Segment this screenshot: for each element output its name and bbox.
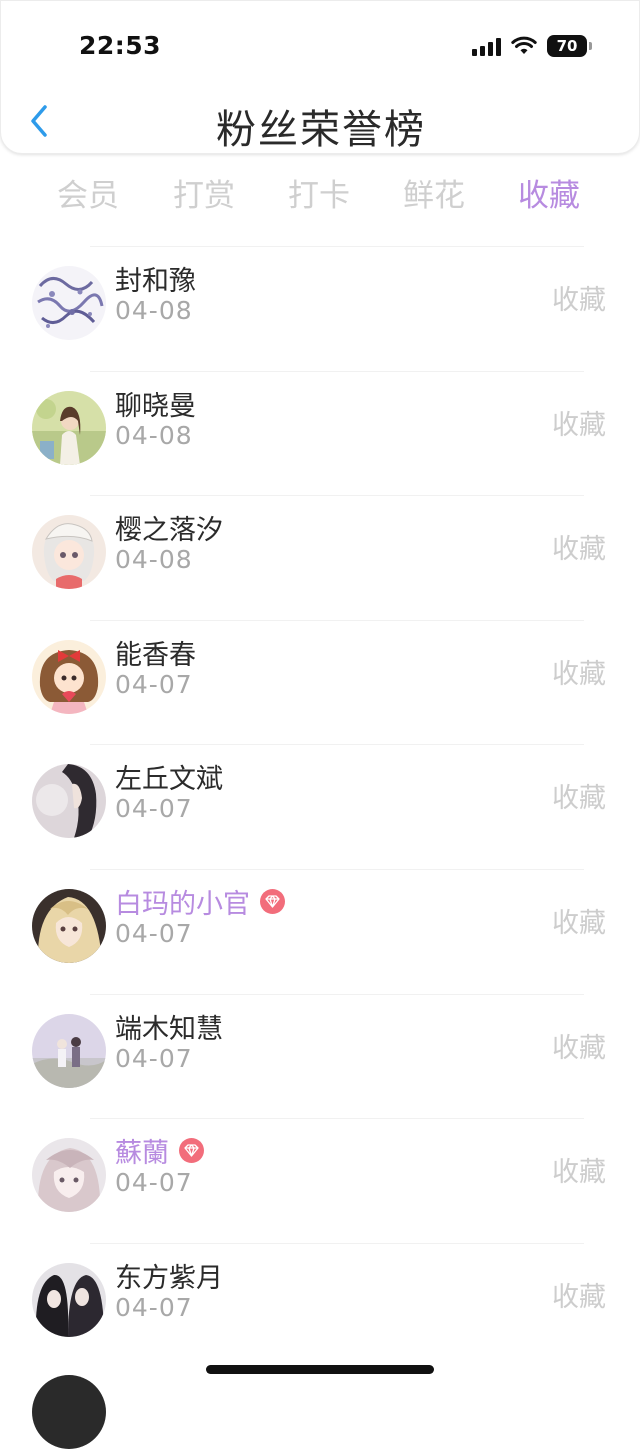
user-name: 樱之落汐 — [115, 508, 223, 547]
list-item[interactable]: 东方紫月 04-07 收藏 — [0, 1242, 640, 1368]
favorite-label: 收藏 — [552, 783, 606, 815]
header: 22:53 70 粉丝荣誉榜 — [0, 0, 640, 154]
user-name-text: 封和豫 — [115, 266, 196, 297]
diamond-icon — [260, 888, 285, 914]
user-name: 能香春 — [115, 633, 196, 672]
tab-bar: 会员 打赏 打卡 鲜花 收藏 — [0, 170, 640, 214]
user-name-text: 端木知慧 — [115, 1013, 223, 1045]
diamond-icon — [179, 1138, 204, 1164]
tab-checkin[interactable]: 打卡 — [288, 170, 350, 215]
user-name: 封和豫 — [115, 259, 196, 298]
avatar[interactable] — [32, 888, 106, 963]
date-label: 04-07 — [115, 794, 193, 824]
list-item[interactable]: 左丘文斌 04-07 收藏 — [0, 744, 640, 869]
user-name-text: 蘇蘭 — [115, 1138, 169, 1170]
avatar[interactable] — [32, 1375, 106, 1449]
wifi-icon — [511, 36, 537, 54]
avatar[interactable] — [32, 515, 106, 590]
user-name: 白玛的小官 — [115, 882, 285, 921]
user-name: 东方紫月 — [115, 1256, 223, 1295]
avatar[interactable] — [32, 1262, 106, 1337]
list-item[interactable]: 聊晓曼 04-08 收藏 — [0, 370, 640, 496]
page-title: 粉丝荣誉榜 — [216, 107, 426, 153]
battery-icon: 70 — [547, 35, 592, 57]
favorite-label: 收藏 — [552, 285, 606, 316]
date-label: 04-07 — [115, 1168, 193, 1198]
user-name-text: 樱之落汐 — [115, 515, 223, 547]
avatar[interactable] — [32, 1013, 106, 1088]
fan-list: 封和豫 04-08 收藏 聊晓曼 04-08 收藏 樱之落汐 04-08 收藏 … — [0, 246, 640, 1367]
user-name-text: 左丘文斌 — [115, 764, 223, 796]
user-name: 左丘文斌 — [115, 757, 223, 796]
favorite-label: 收藏 — [552, 907, 606, 939]
user-name-text: 东方紫月 — [115, 1262, 223, 1294]
tab-member[interactable]: 会员 — [57, 170, 119, 215]
date-label: 04-07 — [115, 669, 193, 699]
avatar[interactable] — [32, 1138, 106, 1213]
date-label: 04-08 — [115, 420, 193, 450]
list-item[interactable]: 端木知慧 04-07 收藏 — [0, 993, 640, 1119]
list-item[interactable]: 封和豫 04-08 收藏 — [0, 246, 640, 371]
list-item[interactable]: 樱之落汐 04-08 收藏 — [0, 495, 640, 620]
favorite-label: 收藏 — [552, 1032, 606, 1064]
favorite-label: 收藏 — [552, 1157, 606, 1189]
avatar[interactable] — [32, 390, 106, 465]
favorite-label: 收藏 — [552, 658, 606, 690]
list-item[interactable]: 能香春 04-07 收藏 — [0, 619, 640, 745]
favorite-label: 收藏 — [552, 534, 606, 566]
user-name: 蘇蘭 — [115, 1131, 204, 1170]
avatar[interactable] — [32, 764, 106, 839]
user-name-text: 能香春 — [115, 639, 196, 671]
date-label: 04-08 — [115, 296, 193, 325]
date-label: 04-07 — [115, 1292, 193, 1322]
user-name-text: 聊晓曼 — [115, 390, 196, 422]
user-name-text: 白玛的小官 — [115, 888, 250, 920]
user-name: 端木知慧 — [115, 1007, 223, 1046]
tab-tip[interactable]: 打赏 — [173, 170, 235, 215]
status-icons: 70 — [472, 35, 592, 57]
favorite-label: 收藏 — [552, 1281, 606, 1313]
status-time: 22:53 — [79, 31, 162, 60]
list-item[interactable]: 白玛的小官 04-07 收藏 — [0, 868, 640, 994]
tab-flowers[interactable]: 鲜花 — [403, 170, 465, 215]
date-label: 04-07 — [115, 1043, 193, 1073]
signal-icon — [472, 36, 501, 56]
favorite-label: 收藏 — [552, 409, 606, 441]
avatar[interactable] — [32, 639, 106, 714]
home-indicator — [206, 1365, 434, 1374]
list-item[interactable]: 蘇蘭 04-07 收藏 — [0, 1118, 640, 1243]
avatar[interactable] — [32, 266, 106, 340]
tab-favorites[interactable]: 收藏 — [518, 170, 580, 215]
date-label: 04-08 — [115, 545, 193, 575]
user-name: 聊晓曼 — [115, 384, 196, 423]
date-label: 04-07 — [115, 918, 193, 948]
